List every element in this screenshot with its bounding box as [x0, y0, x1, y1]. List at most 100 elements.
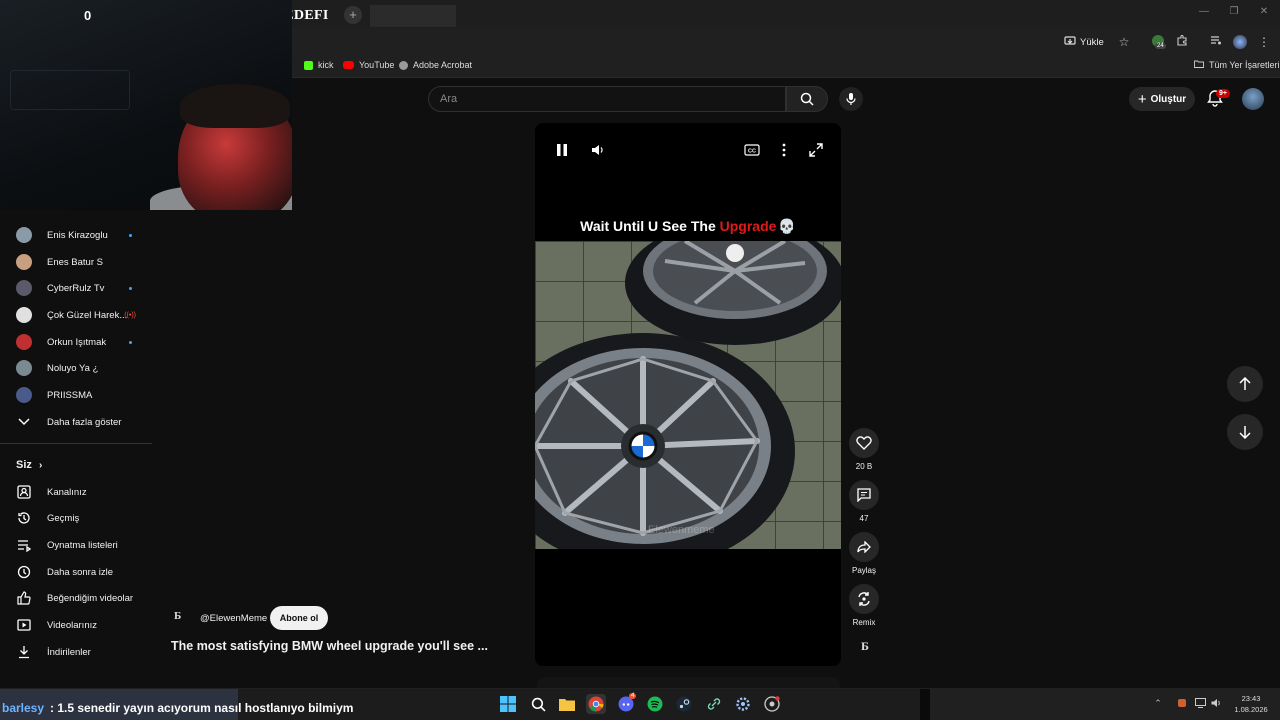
sidebar-sub-label: Çok Güzel Harek... — [47, 309, 128, 321]
search-icon — [800, 92, 814, 106]
sidebar-sub-cyberrulz[interactable]: CyberRulz Tv — [0, 275, 152, 301]
sidebar-item-downloads[interactable]: İndirilenler — [0, 639, 152, 665]
extensions-puzzle-icon[interactable] — [1174, 34, 1190, 50]
install-icon — [1064, 35, 1076, 50]
remix-button[interactable] — [849, 584, 879, 614]
minimize-icon[interactable]: — — [1194, 6, 1214, 22]
sidebar-item-label: Videolarınız — [47, 619, 97, 631]
you-section-header[interactable]: Siz › — [16, 459, 42, 471]
close-window-icon[interactable]: ✕ — [1254, 6, 1274, 22]
playlist-icon — [16, 537, 32, 553]
taskbar-clock[interactable]: 23:43 1.08.2026 — [1228, 693, 1274, 715]
more-options-icon[interactable] — [776, 142, 792, 158]
sidebar-item-watch-later[interactable]: Daha sonra izle — [0, 559, 152, 585]
profile-avatar-icon[interactable] — [1233, 35, 1247, 49]
install-app-button[interactable]: Yükle — [1064, 34, 1104, 50]
bookmark-adobe-acrobat[interactable]: Adobe Acrobat — [399, 60, 472, 70]
settings-gear-icon[interactable] — [733, 694, 753, 714]
microphone-icon — [846, 93, 856, 105]
account-avatar[interactable] — [1242, 88, 1264, 110]
sidebar-sub-label: Orkun Işıtmak — [47, 336, 107, 348]
channel-avatar — [16, 307, 32, 323]
globe-icon — [399, 60, 408, 70]
speaker-icon[interactable] — [1210, 698, 1222, 710]
sidebar-item-playlists[interactable]: Oynatma listeleri — [0, 532, 152, 558]
channel-handle[interactable]: @ElewenMeme — [200, 613, 267, 624]
chat-username: barlesy — [2, 701, 45, 715]
volume-icon[interactable] — [590, 142, 606, 158]
sidebar-item-your-videos[interactable]: Videolarınız — [0, 612, 152, 638]
clock-time: 23:43 — [1241, 694, 1261, 703]
svg-text:CC: CC — [748, 149, 756, 155]
sidebar-item-history[interactable]: Geçmiş — [0, 505, 152, 531]
like-button[interactable] — [849, 428, 879, 458]
arrow-up-icon — [1239, 377, 1251, 390]
all-bookmarks-button[interactable]: Tüm Yer İşaretleri — [1194, 60, 1280, 70]
sidebar-sub-orkun-isitmak[interactable]: Orkun Işıtmak — [0, 329, 152, 355]
obs-recording-icon[interactable] — [762, 694, 782, 714]
download-icon — [16, 644, 32, 660]
sidebar-item-label: Kanalınız — [47, 486, 87, 498]
video-overlay-caption: Wait Until U See The Upgrade 💀 — [535, 218, 841, 235]
taskbar-search-icon[interactable] — [528, 694, 548, 714]
share-label: Paylaş — [851, 566, 876, 575]
maximize-icon[interactable]: ❐ — [1224, 6, 1244, 22]
new-content-dot — [129, 233, 132, 237]
channel-avatar — [16, 227, 32, 243]
share-button[interactable] — [849, 532, 879, 562]
tray-overflow-chevron-icon[interactable]: ⌃ — [1152, 698, 1164, 710]
browser-menu-icon[interactable]: ⋮ — [1256, 34, 1272, 50]
sidebar-item-your-channel[interactable]: Kanalınız — [0, 479, 152, 505]
voice-search-button[interactable] — [839, 87, 863, 111]
extension-count-badge: 24 — [1155, 43, 1166, 49]
bookmark-kick[interactable]: kick — [304, 60, 334, 70]
show-more-button[interactable]: Daha fazla göster — [0, 409, 152, 435]
fullscreen-icon[interactable] — [808, 142, 824, 158]
video-frame-wheels — [535, 241, 841, 549]
channel-avatar — [16, 280, 32, 296]
skull-emoji: 💀 — [778, 218, 796, 234]
pause-icon[interactable] — [554, 142, 570, 158]
spotify-icon[interactable] — [645, 694, 665, 714]
windows-start-icon[interactable] — [498, 694, 518, 714]
channel-thumbnail-button[interactable]: Б — [855, 639, 875, 657]
kick-icon — [304, 60, 313, 70]
clock-icon — [16, 564, 32, 580]
plus-icon: + — [1137, 90, 1147, 108]
captions-icon[interactable]: CC — [744, 142, 760, 158]
webcam-overlay: 0 — [0, 0, 292, 210]
sidebar-sub-cok-guzel-hareketler[interactable]: Çok Güzel Harek... ((•)) — [0, 302, 152, 328]
next-video-button[interactable] — [1227, 414, 1263, 450]
search-input[interactable]: Ara — [428, 86, 786, 112]
link-app-icon[interactable] — [704, 694, 724, 714]
file-explorer-icon[interactable] — [557, 694, 577, 714]
media-controls-icon[interactable] — [1208, 34, 1224, 50]
channel-avatar — [16, 360, 32, 376]
sidebar-sub-priissma[interactable]: PRIISSMA — [0, 382, 152, 408]
bookmark-youtube[interactable]: YouTube — [343, 60, 394, 70]
subscribe-button[interactable]: Abone ol — [270, 606, 328, 630]
tray-app-icon[interactable] — [1176, 698, 1188, 710]
new-content-dot — [129, 286, 132, 290]
chrome-icon[interactable] — [586, 694, 606, 714]
live-broadcast-icon: ((•)) — [124, 311, 136, 319]
previous-video-button[interactable] — [1227, 366, 1263, 402]
create-button[interactable]: + Oluştur — [1129, 87, 1195, 111]
new-tab-plus-icon[interactable]: + — [344, 6, 362, 24]
video-title[interactable]: The most satisfying BMW wheel upgrade yo… — [171, 639, 488, 653]
bookmark-star-icon[interactable]: ☆ — [1116, 34, 1132, 50]
sidebar-sub-enis-kirazoglu[interactable]: Enis Kirazoglu — [0, 222, 152, 248]
steam-icon[interactable] — [674, 694, 694, 714]
channel-avatar — [16, 387, 32, 403]
sidebar-sub-enes-batur[interactable]: Enes Batur S — [0, 249, 152, 275]
folder-icon — [1194, 60, 1204, 70]
sidebar-item-label: İndirilenler — [47, 646, 91, 658]
comments-button[interactable] — [849, 480, 879, 510]
channel-logo[interactable]: Б — [174, 610, 192, 628]
display-icon[interactable] — [1194, 698, 1206, 710]
sidebar-sub-noluyo-ya[interactable]: Noluyo Ya ¿ — [0, 355, 152, 381]
search-button[interactable] — [786, 86, 828, 112]
bookmark-label: YouTube — [359, 60, 395, 70]
sidebar-item-liked-videos[interactable]: Beğendiğim videolar — [0, 585, 152, 611]
thumbs-up-icon — [16, 590, 32, 606]
